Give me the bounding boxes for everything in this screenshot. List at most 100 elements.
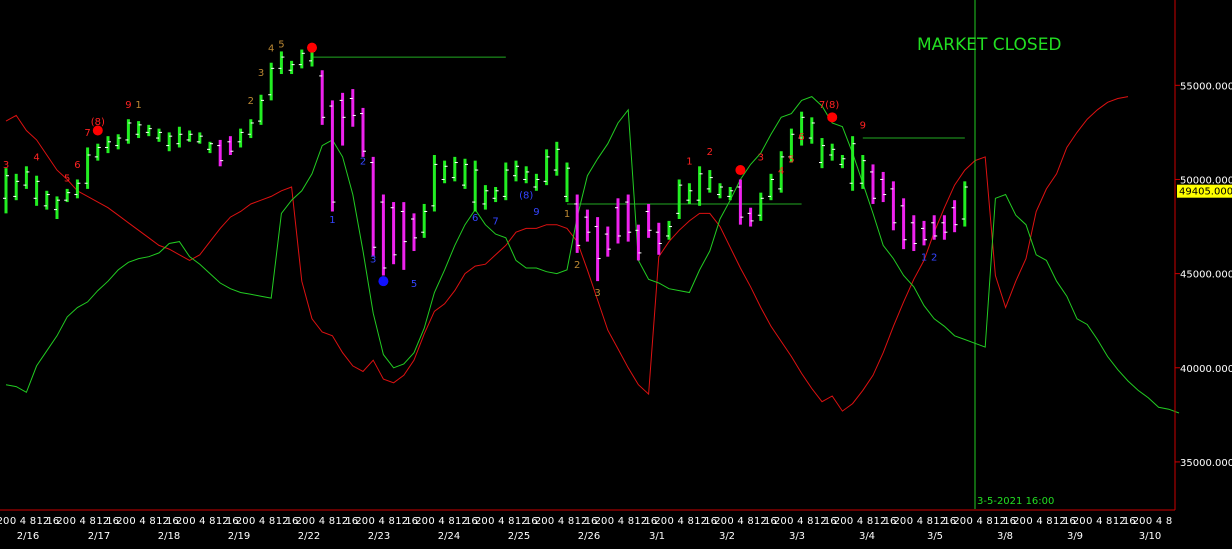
y-tick-label: 55000.0000 (1180, 81, 1232, 92)
x-hour-label: 8 (329, 516, 335, 527)
market-closed-banner: MARKET CLOSED (917, 35, 1062, 55)
close-timestamp: 3-5-2021 16:00 (977, 496, 1054, 507)
x-date-label: 2/23 (368, 531, 390, 542)
x-hour-label: 20 (355, 516, 368, 527)
x-hour-label: 20 (415, 516, 428, 527)
sequence-count-label: 4 (268, 43, 274, 54)
x-hour-label: 4 (1096, 516, 1102, 527)
x-date-label: 3/5 (927, 531, 943, 542)
x-hour-label: 4 (438, 516, 444, 527)
sequence-count-label: 2 (707, 147, 713, 158)
x-hour-label: 4 (498, 516, 504, 527)
x-hour-label: 4 (199, 516, 205, 527)
x-hour-label: 0 (1146, 516, 1152, 527)
x-hour-label: 8 (149, 516, 155, 527)
x-hour-label: 8 (1166, 516, 1172, 527)
x-hour-label: 0 (70, 516, 76, 527)
sequence-count-label: 2 (574, 260, 580, 271)
x-hour-label: 20 (1073, 516, 1086, 527)
x-hour-label: 20 (834, 516, 847, 527)
x-hour-label: 20 (595, 516, 608, 527)
x-hour-label: 8 (807, 516, 813, 527)
y-tick-label: 40000.0000 (1180, 364, 1232, 375)
y-tick-label: 45000.0000 (1180, 270, 1232, 281)
sequence-count-label: 5 (411, 279, 417, 290)
bitcoin-ohlc-chart: 34567(8)9 1 234 512356 7(8)9 1231234567 (8)91 2… (0, 0, 1232, 549)
x-hour-label: 8 (747, 516, 753, 527)
x-hour-label: 20 (475, 516, 488, 527)
x-hour-label: 8 (927, 516, 933, 527)
sequence-count-label: 9 (860, 121, 866, 132)
x-hour-label: 4 (737, 516, 743, 527)
red-signal-dot (735, 165, 746, 176)
x-hour-label: 0 (608, 516, 614, 527)
x-hour-label: 8 (688, 516, 694, 527)
sequence-count-label: 3 (758, 153, 764, 164)
x-hour-label: 4 (1156, 516, 1162, 527)
x-hour-label: 8 (867, 516, 873, 527)
x-hour-label: 0 (727, 516, 733, 527)
x-date-label: 3/2 (719, 531, 735, 542)
x-hour-label: 4 (259, 516, 265, 527)
x-hour-label: 8 (30, 516, 36, 527)
x-hour-label: 4 (558, 516, 564, 527)
x-hour-label: 8 (986, 516, 992, 527)
x-hour-label: 0 (668, 516, 674, 527)
x-hour-label: 4 (618, 516, 624, 527)
sequence-count-label: 5 (64, 173, 70, 184)
x-hour-label: 8 (389, 516, 395, 527)
x-hour-label: 0 (249, 516, 255, 527)
x-date-label: 2/26 (578, 531, 600, 542)
sequence-count-label: 1 (686, 156, 692, 167)
x-hour-label: 20 (535, 516, 548, 527)
x-hour-label: 4 (678, 516, 684, 527)
x-hour-label: 20 (953, 516, 966, 527)
x-hour-label: 4 (1036, 516, 1042, 527)
sequence-count-label: 1 (564, 209, 570, 220)
sequence-count-label: 9 (125, 100, 131, 111)
x-hour-label: 0 (369, 516, 375, 527)
x-hour-label: 20 (176, 516, 189, 527)
last-price-tag-label: 49405.0000 (1179, 187, 1232, 198)
x-date-label: 3/1 (649, 531, 665, 542)
sequence-count-label: 3 (3, 160, 9, 171)
x-hour-label: 20 (774, 516, 787, 527)
x-hour-label: 0 (907, 516, 913, 527)
x-hour-label: 0 (787, 516, 793, 527)
sequence-count-label: 2 (360, 156, 366, 167)
x-hour-label: 8 (448, 516, 454, 527)
sequence-count-label: 2 (248, 96, 254, 107)
last-price-tag: 49405.0000 (1177, 184, 1232, 198)
sequence-count-label: (8) (825, 100, 839, 111)
x-hour-label: 0 (967, 516, 973, 527)
x-hour-label: 8 (568, 516, 574, 527)
x-hour-label: 20 (1013, 516, 1026, 527)
x-hour-label: 0 (129, 516, 135, 527)
x-date-label: 3/10 (1139, 531, 1161, 542)
x-hour-label: 8 (628, 516, 634, 527)
sequence-count-label: 6 (74, 160, 80, 171)
blue-signal-dot (378, 276, 389, 287)
chart-background (0, 0, 1232, 549)
y-tick-label: 35000.0000 (1180, 458, 1232, 469)
x-date-label: 2/25 (508, 531, 530, 542)
sequence-count-label: 2 (931, 252, 937, 263)
x-hour-label: 0 (488, 516, 494, 527)
x-date-label: 2/16 (17, 531, 39, 542)
red-signal-dot (827, 112, 838, 123)
x-hour-label: 20 (56, 516, 69, 527)
x-hour-label: 0 (428, 516, 434, 527)
x-hour-label: 4 (917, 516, 923, 527)
sequence-count-label: 7 (84, 128, 90, 139)
x-date-label: 2/18 (158, 531, 180, 542)
x-date-label: 3/4 (859, 531, 875, 542)
sequence-count-label: 5 (788, 155, 794, 166)
x-hour-label: 4 (20, 516, 26, 527)
x-hour-label: 20 (654, 516, 667, 527)
x-date-label: 2/17 (88, 531, 110, 542)
sequence-count-label: 1 (135, 100, 141, 111)
x-hour-label: 8 (209, 516, 215, 527)
x-hour-label: 4 (977, 516, 983, 527)
x-hour-label: 4 (319, 516, 325, 527)
x-date-label: 2/24 (438, 531, 460, 542)
